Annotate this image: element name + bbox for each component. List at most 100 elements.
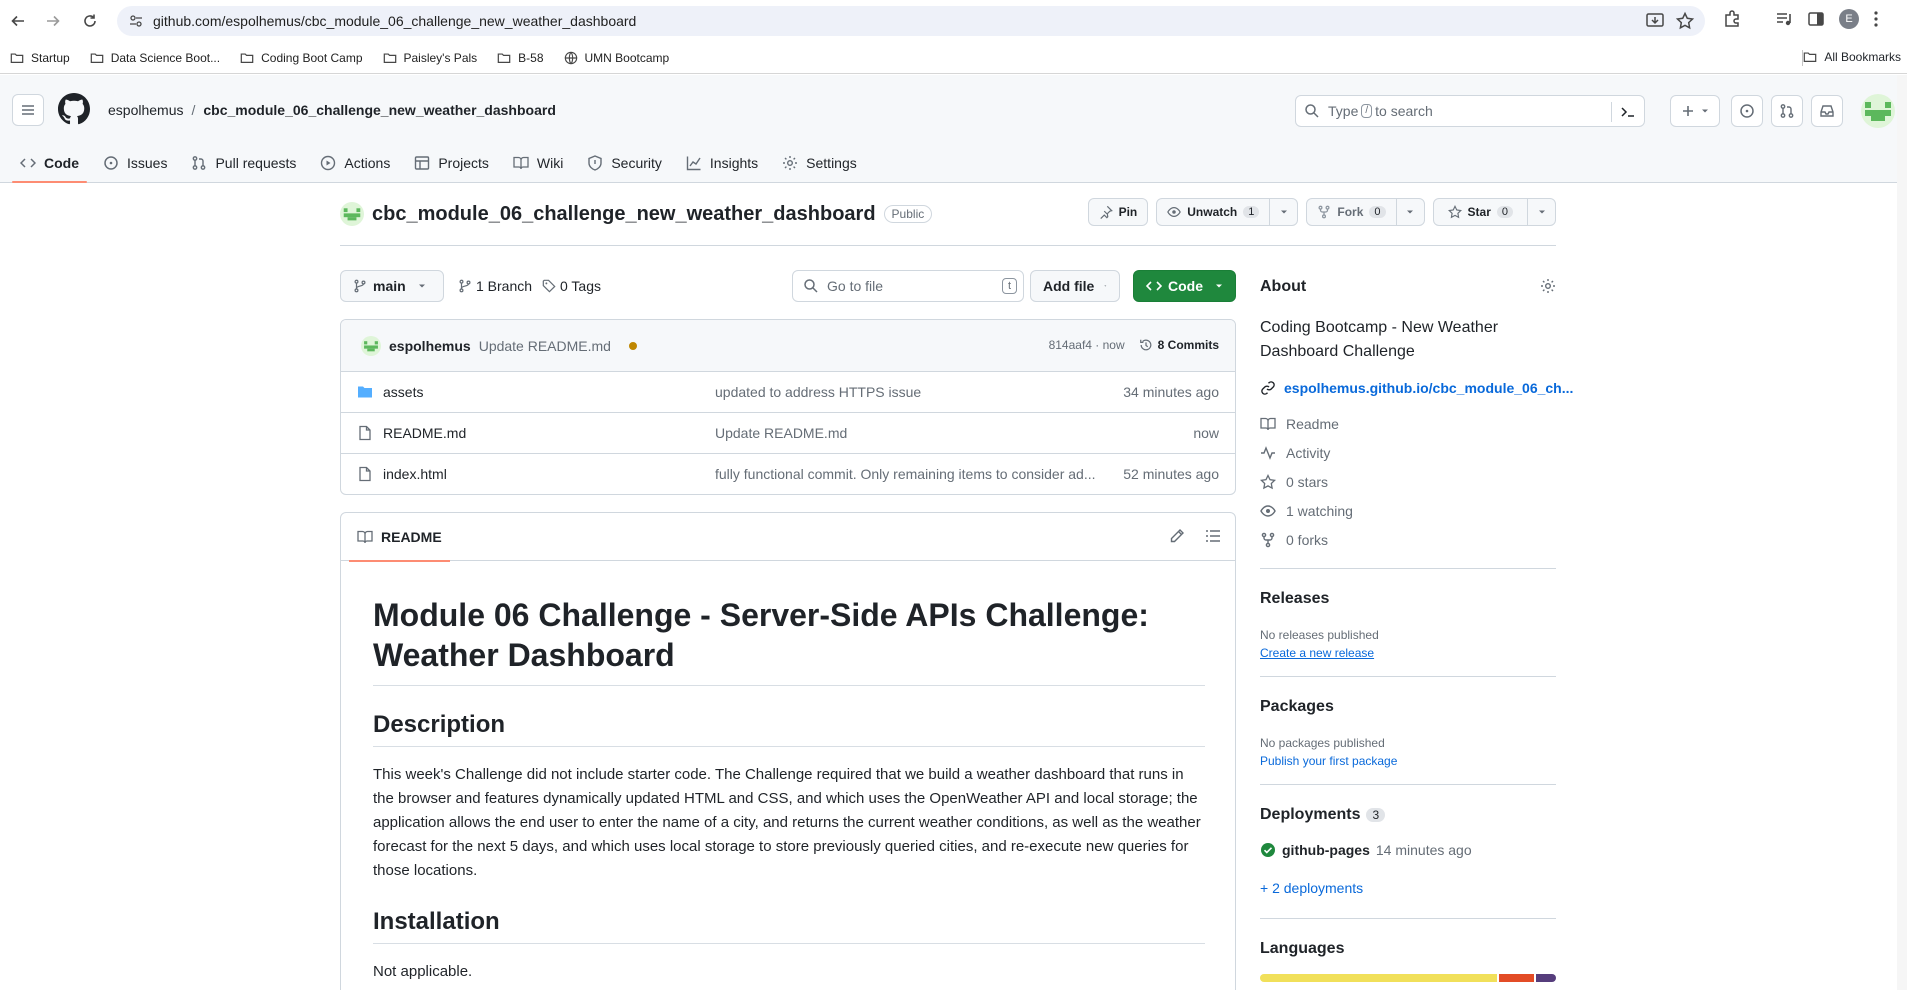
tab-insights[interactable]: Insights [678, 143, 766, 183]
file-row[interactable]: README.md Update README.md now [341, 413, 1235, 454]
tab-pull-requests[interactable]: Pull requests [183, 143, 304, 183]
chrome-menu-icon[interactable] [1873, 10, 1879, 28]
commit-author[interactable]: espolhemus [389, 338, 471, 354]
branch-select-button[interactable]: main [340, 270, 444, 302]
bookmark-item[interactable]: Startup [10, 51, 70, 65]
bookmark-item[interactable]: Coding Boot Camp [240, 51, 363, 65]
file-commit-message[interactable]: Update README.md [715, 425, 847, 441]
tab-wiki[interactable]: Wiki [505, 143, 571, 183]
tab-code[interactable]: Code [12, 143, 87, 183]
back-icon[interactable] [5, 8, 31, 34]
create-new-button[interactable] [1670, 95, 1720, 127]
outline-list-icon[interactable] [1205, 528, 1221, 544]
language-segment[interactable] [1260, 974, 1497, 982]
commits-link[interactable]: 8 Commits [1139, 338, 1219, 352]
pin-button[interactable]: Pin [1087, 198, 1149, 226]
chevron-down-icon[interactable] [1527, 199, 1555, 225]
tab-settings[interactable]: Settings [774, 143, 865, 183]
github-logo-icon[interactable] [58, 93, 90, 125]
language-segment[interactable] [1535, 974, 1556, 982]
git-branch-icon [459, 279, 471, 293]
profile-avatar[interactable]: E [1839, 9, 1859, 29]
extensions-icon[interactable] [1722, 9, 1742, 29]
issues-header-button[interactable] [1731, 95, 1763, 127]
publish-package-link[interactable]: Publish your first package [1260, 754, 1397, 768]
file-name[interactable]: README.md [383, 425, 466, 441]
command-palette-icon[interactable] [1620, 104, 1636, 120]
media-controls-icon[interactable] [1775, 10, 1793, 28]
owner-link[interactable]: espolhemus [108, 102, 184, 118]
repo-title[interactable]: cbc_module_06_challenge_new_weather_dash… [372, 203, 876, 226]
unwatch-button[interactable]: Unwatch 1 [1156, 198, 1299, 226]
repo-link[interactable]: cbc_module_06_challenge_new_weather_dash… [203, 102, 555, 118]
inbox-button[interactable] [1811, 95, 1843, 127]
repo-nav-tabs: Code Issues Pull requests Actions Projects Wi… [12, 143, 873, 183]
bookmark-star-icon[interactable] [1675, 11, 1695, 31]
tab-actions[interactable]: Actions [312, 143, 398, 183]
file-row[interactable]: assets updated to address HTTPS issue 34 m… [341, 372, 1235, 413]
branches-link[interactable]: 1 Branch [458, 278, 532, 294]
file-row[interactable]: index.html fully functional commit. Only … [341, 454, 1235, 494]
deployment-item[interactable]: github-pages 14 minutes ago [1260, 842, 1472, 858]
chevron-down-icon[interactable] [1269, 199, 1297, 225]
commit-author-avatar[interactable] [361, 335, 381, 356]
address-bar[interactable]: github.com/espolhemus/cbc_module_06_chal… [117, 6, 1705, 36]
file-icon [357, 466, 373, 482]
hamburger-menu-button[interactable] [12, 94, 44, 126]
fork-button[interactable]: Fork 0 [1306, 198, 1425, 226]
code-button[interactable]: Code [1133, 270, 1236, 302]
inbox-icon [1820, 105, 1834, 117]
forks-link[interactable]: 0 forks [1260, 532, 1328, 548]
description-text: This week's Challenge did not include st… [373, 766, 1201, 879]
search-shortcut-key: / [1361, 104, 1373, 118]
packages-heading[interactable]: Packages [1260, 698, 1334, 716]
edit-pencil-icon[interactable] [1169, 528, 1185, 544]
side-panel-icon[interactable] [1807, 10, 1825, 28]
bookmark-item[interactable]: Data Science Boot... [90, 51, 220, 65]
watchers-link[interactable]: 1 watching [1260, 503, 1353, 519]
add-file-button[interactable]: Add file [1030, 270, 1120, 302]
activity-link[interactable]: Activity [1260, 445, 1330, 461]
pull-requests-header-button[interactable] [1771, 95, 1803, 127]
owner-avatar[interactable] [340, 202, 364, 226]
page-scrollbar[interactable] [1897, 75, 1907, 990]
all-bookmarks-button[interactable]: All Bookmarks [1803, 50, 1901, 64]
reload-icon[interactable] [77, 8, 103, 34]
language-segment[interactable] [1498, 974, 1534, 982]
file-commit-message[interactable]: updated to address HTTPS issue [715, 384, 921, 400]
site-info-icon[interactable] [129, 14, 143, 28]
more-deployments-link[interactable]: + 2 deployments [1260, 880, 1363, 896]
search-input[interactable]: Type / to search [1295, 95, 1645, 127]
readme-tab[interactable]: README [349, 513, 450, 562]
gear-icon[interactable] [1540, 278, 1556, 294]
create-release-link[interactable]: Create a new release [1260, 646, 1374, 660]
releases-heading[interactable]: Releases [1260, 590, 1329, 608]
tab-issues[interactable]: Issues [95, 143, 175, 183]
install-app-icon[interactable] [1645, 11, 1665, 31]
chevron-down-icon[interactable] [1395, 199, 1424, 225]
stars-link[interactable]: 0 stars [1260, 474, 1328, 490]
about-heading: About [1260, 278, 1307, 295]
tab-projects[interactable]: Projects [406, 143, 497, 183]
commit-message[interactable]: Update README.md [479, 338, 611, 354]
go-to-file-input[interactable]: Go to file t [792, 270, 1024, 302]
star-button[interactable]: Star 0 [1432, 198, 1556, 226]
file-name[interactable]: assets [383, 384, 423, 400]
forward-icon[interactable] [40, 8, 66, 34]
bookmark-item[interactable]: Paisley's Pals [383, 51, 477, 65]
tab-security[interactable]: Security [579, 143, 670, 183]
commit-hash[interactable]: 814aaf4 · now [1049, 338, 1125, 352]
user-avatar[interactable] [1861, 94, 1895, 128]
book-icon [1260, 417, 1276, 431]
file-commit-message[interactable]: fully functional commit. Only remaining … [715, 466, 1096, 482]
tags-link[interactable]: 0 Tags [542, 278, 601, 294]
deployments-heading[interactable]: Deployments 3 [1260, 806, 1386, 824]
eye-icon [1167, 207, 1182, 217]
commit-status-dot[interactable] [628, 341, 637, 350]
readme-link[interactable]: Readme [1260, 416, 1339, 432]
deployment-time: 14 minutes ago [1375, 842, 1472, 858]
bookmark-item[interactable]: UMN Bootcamp [564, 51, 669, 65]
file-name[interactable]: index.html [383, 466, 447, 482]
bookmark-item[interactable]: B-58 [497, 51, 544, 65]
homepage-link[interactable]: espolhemus.github.io/cbc_module_06_ch... [1260, 380, 1573, 396]
